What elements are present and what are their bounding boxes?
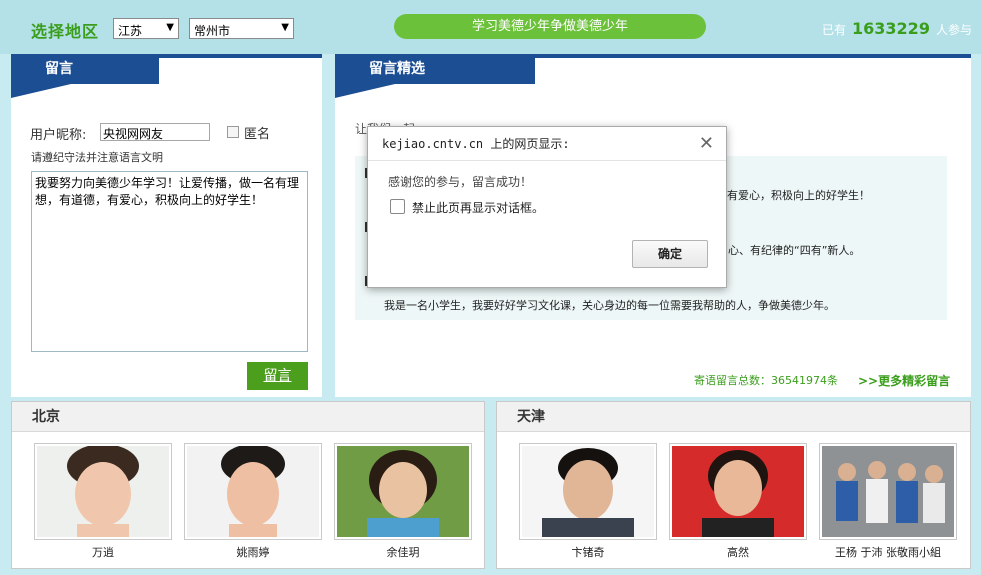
- student-photo[interactable]: [819, 443, 957, 540]
- message-panel: 留言 用户昵称: 央视网网友 匿名 请遵纪守法并注意语言文明 我要努力向美德少年…: [11, 54, 322, 397]
- student-name: 王杨 于沛 张敬雨小組: [835, 546, 941, 559]
- student-portrait-icon: [542, 448, 634, 537]
- student-name: 余佳玥: [386, 546, 420, 559]
- city-select[interactable]: 常州市 ▼: [189, 18, 294, 39]
- student-photo[interactable]: [34, 443, 172, 540]
- student-portrait-icon: [221, 446, 285, 537]
- count-prefix: 已有: [822, 23, 847, 37]
- message-panel-title: 留言: [11, 54, 159, 84]
- slogan-banner: 学习美德少年争做美德少年: [394, 14, 706, 39]
- count-suffix: 人参与: [935, 23, 972, 37]
- top-bar: 选择地区 江苏 ▼ 常州市 ▼ 学习美德少年争做美德少年 已有 1633229 人参…: [0, 0, 981, 54]
- anonymous-label: 匿名: [244, 127, 271, 142]
- city-value: 常州市: [194, 24, 231, 38]
- anonymous-checkbox[interactable]: [227, 126, 239, 138]
- region-label: 选择地区: [31, 22, 100, 41]
- participant-count: 已有 1633229 人参与: [822, 19, 972, 38]
- close-icon[interactable]: ✕: [699, 133, 714, 154]
- student-photo[interactable]: [669, 443, 807, 540]
- student-photo[interactable]: [334, 443, 472, 540]
- message-textarea[interactable]: 我要努力向美德少年学习！让爱传播，做一名有理想，有道德，有爱心，积极向上的好学生…: [31, 171, 308, 352]
- total-messages-count: 寄语留言总数：36541974条: [694, 374, 838, 387]
- more-messages-link[interactable]: >>更多精彩留言: [858, 372, 950, 389]
- province-select[interactable]: 江苏 ▼: [113, 18, 179, 39]
- student-name: 万逍: [92, 546, 114, 559]
- city-section-beijing: 北京 万逍 姚雨婷 余佳玥: [11, 401, 485, 569]
- dialog-message: 感谢您的参与，留言成功！: [388, 175, 533, 189]
- city-name: 天津: [497, 402, 970, 432]
- selected-message-item: 有爱心，积极向上的好学生！: [727, 189, 870, 202]
- student-portrait-icon: [337, 446, 469, 537]
- province-value: 江苏: [118, 24, 143, 38]
- nickname-label: 用户昵称:: [30, 128, 87, 143]
- student-name: 姚雨婷: [236, 546, 270, 559]
- dialog-title: kejiao.cntv.cn 上的网页显示:: [368, 127, 726, 161]
- dropdown-arrow-icon: ▼: [166, 22, 174, 33]
- nickname-input[interactable]: 央视网网友: [100, 123, 210, 141]
- selected-message-item: 心、有纪律的“四有”新人。: [728, 244, 861, 257]
- ribbon-tail: [11, 84, 71, 98]
- student-photo[interactable]: [519, 443, 657, 540]
- count-number: 1633229: [852, 19, 930, 38]
- rules-text: 请遵纪守法并注意语言文明: [31, 151, 163, 164]
- alert-dialog: kejiao.cntv.cn 上的网页显示: ✕ 感谢您的参与，留言成功！ 禁止…: [367, 126, 727, 288]
- student-name: 高然: [727, 546, 749, 559]
- city-name: 北京: [12, 402, 484, 432]
- submit-message-button[interactable]: 留言: [247, 362, 308, 390]
- ribbon-tail: [335, 84, 395, 98]
- dropdown-arrow-icon: ▼: [281, 22, 289, 33]
- selected-messages-title: 留言精选: [335, 54, 535, 84]
- student-portrait-icon: [672, 446, 804, 537]
- student-photo[interactable]: [184, 443, 322, 540]
- city-section-tianjin: 天津 卞锗奇 高然 王杨 于沛 张敬雨小組: [496, 401, 971, 569]
- selected-message-item: 我是一名小学生，我要好好学习文化课，关心身边的每一位需要我帮助的人，争做美德少年…: [384, 299, 835, 312]
- ok-button[interactable]: 确定: [632, 240, 708, 268]
- suppress-dialog-checkbox[interactable]: [390, 199, 405, 214]
- student-name: 卞锗奇: [571, 546, 605, 559]
- suppress-dialog-label: 禁止此页再显示对话框。: [412, 201, 545, 215]
- group-photo-icon: [822, 446, 954, 537]
- student-portrait-icon: [67, 446, 139, 537]
